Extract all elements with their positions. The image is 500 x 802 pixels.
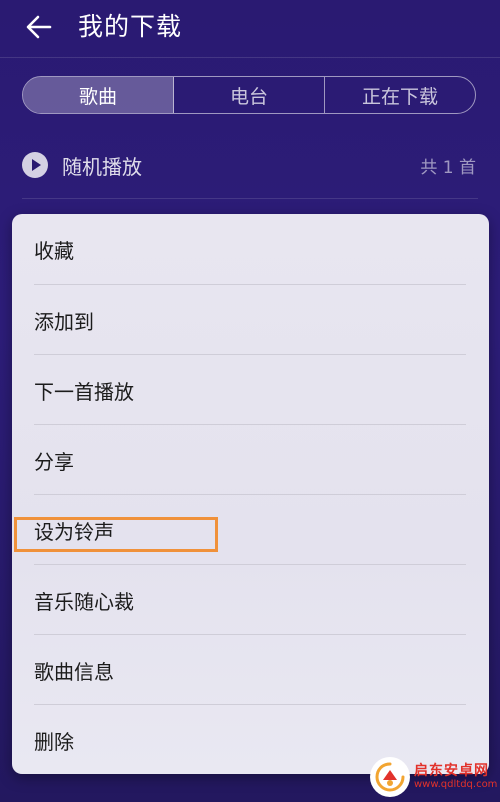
ringtone-highlight-box [14, 517, 218, 552]
tab-songs[interactable]: 歌曲 [23, 77, 174, 113]
menu-item-add-to[interactable]: 添加到 [34, 285, 466, 355]
app-header: 我的下载 [0, 0, 500, 56]
header-divider [0, 57, 500, 58]
row-divider [22, 198, 478, 199]
arrow-left-icon[interactable] [24, 12, 54, 42]
play-circle-icon [22, 152, 48, 178]
page-title: 我的下载 [78, 12, 183, 41]
tab-downloading[interactable]: 正在下载 [325, 77, 475, 113]
watermark-logo-icon [370, 757, 410, 797]
menu-item-favorite[interactable]: 收藏 [34, 214, 466, 284]
watermark-text: 启东安卓网 www.qdltdq.com [414, 762, 498, 791]
tab-bar: 歌曲 电台 正在下载 [22, 76, 476, 114]
watermark-url: www.qdltdq.com [414, 779, 498, 791]
screen: 我的下载 歌曲 电台 正在下载 随机播放 共 1 首 收藏 添加到 下一首播放 … [0, 0, 500, 802]
watermark: 启东安卓网 www.qdltdq.com [370, 752, 500, 802]
song-count-label: 共 1 首 [420, 157, 476, 178]
watermark-title: 启东安卓网 [414, 762, 489, 779]
shuffle-play-row[interactable]: 随机播放 共 1 首 [22, 140, 478, 190]
song-context-menu: 收藏 添加到 下一首播放 分享 设为铃声 音乐随心裁 歌曲信息 删除 [12, 214, 489, 774]
menu-item-share[interactable]: 分享 [34, 425, 466, 495]
shuffle-play-label: 随机播放 [62, 154, 142, 179]
menu-item-song-info[interactable]: 歌曲信息 [34, 635, 466, 705]
menu-item-music-cut[interactable]: 音乐随心裁 [34, 565, 466, 635]
tab-radio[interactable]: 电台 [174, 77, 325, 113]
menu-item-play-next[interactable]: 下一首播放 [34, 355, 466, 425]
